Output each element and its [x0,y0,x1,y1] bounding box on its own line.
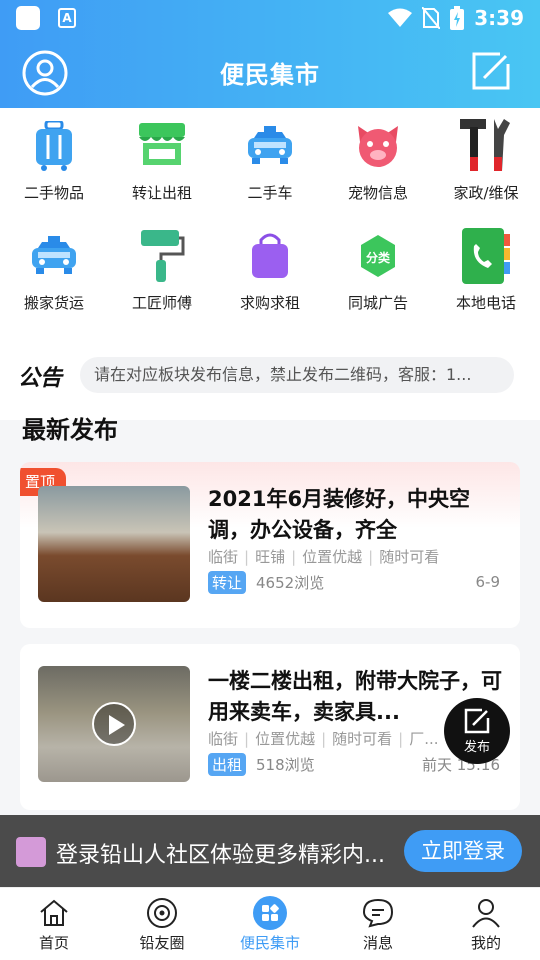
no-sim-icon [422,7,441,29]
a-notification-icon: A [58,8,76,28]
nav-friends-circle[interactable]: 铅友圈 [108,888,216,960]
login-banner-text: 登录铅山人社区体验更多精彩内... [56,843,385,868]
category-label: 工匠师傅 [131,294,192,312]
post-tags: 临街 | 位置优越 | 随时可看 | 厂... [208,730,439,748]
user-icon [469,896,503,930]
edit-icon [464,708,490,733]
play-icon[interactable] [92,702,136,746]
home-icon [37,896,71,930]
notice-bar: 公告 请在对应板块发布信息，禁止发布二维码，客服：1... [0,330,540,420]
message-icon [361,896,395,930]
edit-post-icon[interactable] [470,50,512,92]
category-label: 二手车 [247,184,293,202]
category-housekeeping[interactable]: 家政/维保 [432,108,540,218]
post-card[interactable]: 置顶 2021年6月装修好，中央空调，办公设备，齐全 临街 | 旺铺 | 位置优越 | 随时… [20,462,520,628]
category-label: 同城广告 [347,294,408,312]
post-date: 6-9 [475,573,501,591]
shop-stall-icon [134,118,190,174]
nav-label: 我的 [470,934,501,952]
post-thumbnail[interactable] [38,486,190,602]
page-header: 便民集市 [0,36,540,108]
category-local-ads[interactable]: 分类 同城广告 [324,218,432,330]
bottom-nav: 首页 铅友圈 便民集市 消息 我的 [0,887,540,960]
post-type-badge: 出租 [208,752,247,776]
publish-button[interactable]: 发布 [444,698,510,764]
post-views: 4652浏览 [256,573,325,592]
page-title: 便民集市 [220,60,320,89]
circle-icon [145,896,179,930]
status-bar: A 3:39 [0,0,540,36]
nav-label: 消息 [362,934,393,952]
category-transfer-rent[interactable]: 转让出租 [108,108,216,218]
shopping-bag-icon [242,228,298,284]
nav-label: 便民集市 [239,934,300,952]
post-views: 518浏览 [256,755,315,774]
car-icon [242,118,298,174]
battery-icon [450,6,465,30]
tools-icon [458,118,514,174]
publish-label: 发布 [463,739,490,755]
community-logo-icon [16,837,46,867]
svg-text:分类: 分类 [366,250,391,265]
category-local-phone[interactable]: 本地电话 [432,218,540,330]
post-tags: 临街 | 旺铺 | 位置优越 | 随时可看 [208,548,440,566]
category-label: 求购求租 [239,294,300,312]
nav-profile[interactable]: 我的 [432,888,540,960]
grid-icon [253,896,287,930]
status-time: 3:39 [474,6,524,30]
nav-market[interactable]: 便民集市 [216,888,324,960]
category-wanted[interactable]: 求购求租 [216,218,324,330]
post-video-thumbnail[interactable] [38,666,190,782]
category-label: 二手物品 [23,184,84,202]
nav-label: 铅友圈 [139,934,185,952]
category-grid: 二手物品 转让出租 二手车 宠物信息 家政/维保 搬家货运 工匠师傅 求购求租 … [0,108,540,330]
category-label: 搬家货运 [23,294,84,312]
wifi-icon [388,8,413,27]
post-type-badge: 转让 [208,570,247,594]
post-title: 2021年6月装修好，中央空调，办公设备，齐全 [208,487,471,542]
category-label: 宠物信息 [347,184,408,202]
notice-text[interactable]: 请在对应板块发布信息，禁止发布二维码，客服：1... [80,357,514,393]
notice-tag: 公告 [18,366,63,391]
luggage-icon [26,118,82,174]
top-bar: A 3:39 便民集市 [0,0,540,108]
category-label: 转让出租 [131,184,192,202]
phone-book-icon [458,228,514,284]
ad-icon: 分类 [350,228,406,284]
login-banner: 登录铅山人社区体验更多精彩内... 立即登录 [0,815,540,887]
category-used-car[interactable]: 二手车 [216,108,324,218]
category-label: 家政/维保 [453,184,519,202]
category-secondhand[interactable]: 二手物品 [0,108,108,218]
login-button[interactable]: 立即登录 [404,830,522,872]
pig-icon [350,118,406,174]
avatar-button-icon[interactable] [22,50,68,96]
nav-messages[interactable]: 消息 [324,888,432,960]
category-moving[interactable]: 搬家货运 [0,218,108,330]
category-pets[interactable]: 宠物信息 [324,108,432,218]
paint-roller-icon [134,228,190,284]
category-label: 本地电话 [455,294,516,312]
nav-home[interactable]: 首页 [0,888,108,960]
nav-label: 首页 [38,934,69,952]
category-craftsman[interactable]: 工匠师傅 [108,218,216,330]
app-notification-icon [16,6,40,30]
van-icon [26,228,82,284]
section-title: 最新发布 [22,416,118,444]
